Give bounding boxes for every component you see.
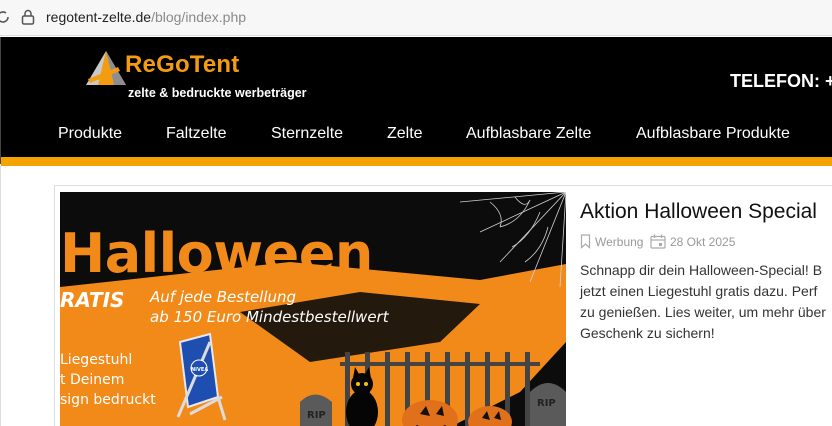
post-excerpt: Schnapp dir dein Halloween-Special! B je… [580, 260, 832, 344]
logo-name[interactable]: ReGoTent [125, 51, 240, 79]
site-header: ReGoTent zelte & bedruckte werbeträger T… [0, 37, 832, 166]
image-offer-line2: ab 150 Euro Mindestbestellwert [150, 308, 389, 326]
nav-item-aufblasbare-zelte[interactable]: Aufblasbare Zelte [466, 125, 591, 143]
url-text[interactable]: regotent-zelte.de/blog/index.php [46, 9, 246, 25]
image-chair-line3: sign bedruckt [60, 392, 156, 408]
tent-logo-icon[interactable] [84, 49, 128, 87]
calendar-icon [650, 234, 666, 249]
tomb-text-left: RIP [307, 410, 326, 421]
browser-address-bar[interactable]: regotent-zelte.de/blog/index.php [0, 0, 832, 36]
nav-item-produkte[interactable]: Produkte [58, 125, 122, 143]
lock-icon[interactable] [20, 8, 36, 26]
nav-item-faltzelte[interactable]: Faltzelte [166, 125, 226, 143]
excerpt-line: Geschenk zu sichern! [580, 325, 715, 341]
tomb-text-right: RIP [537, 398, 556, 409]
url-path: /blog/index.php [151, 9, 247, 25]
post-date: 28 Okt 2025 [670, 235, 736, 249]
bookmark-icon [580, 234, 591, 249]
nav-item-aufblasbare-produkte[interactable]: Aufblasbare Produkte [636, 125, 790, 143]
url-domain: regotent-zelte.de [46, 9, 152, 25]
nav-item-zelte[interactable]: Zelte [387, 125, 423, 143]
blog-post-card: RIP RIP NIVEA Halloween RATIS Auf jede B… [54, 185, 832, 426]
blog-content: RIP RIP NIVEA Halloween RATIS Auf jede B… [0, 166, 832, 426]
image-offer-line1: Auf jede Bestellung [150, 288, 297, 306]
image-chair-line2: t Deinem [60, 372, 125, 388]
reload-icon[interactable] [0, 8, 12, 26]
post-category[interactable]: Werbung [595, 235, 643, 249]
phone-label[interactable]: TELEFON: + [730, 71, 832, 92]
image-chair-line1: Liegestuhl [60, 352, 133, 368]
post-title[interactable]: Aktion Halloween Special [580, 200, 817, 224]
nav-item-sternzelte[interactable]: Sternzelte [271, 125, 343, 143]
excerpt-line: jetzt einen Liegestuhl gratis dazu. Perf [580, 283, 818, 299]
logo-tagline: zelte & bedruckte werbeträger [128, 86, 307, 100]
main-nav: Produkte Faltzelte Sternzelte Zelte Aufb… [1, 125, 832, 147]
image-headline: Halloween [60, 222, 373, 285]
image-gratis: RATIS [60, 288, 125, 312]
excerpt-line: Schnapp dir dein Halloween-Special! B [580, 262, 823, 278]
excerpt-line: zu genießen. Lies weiter, um mehr über [580, 304, 826, 320]
post-thumbnail[interactable]: RIP RIP NIVEA Halloween RATIS Auf jede B… [60, 192, 566, 426]
header-accent-bar [1, 157, 832, 166]
chair-brand-text: NIVEA [191, 367, 208, 373]
